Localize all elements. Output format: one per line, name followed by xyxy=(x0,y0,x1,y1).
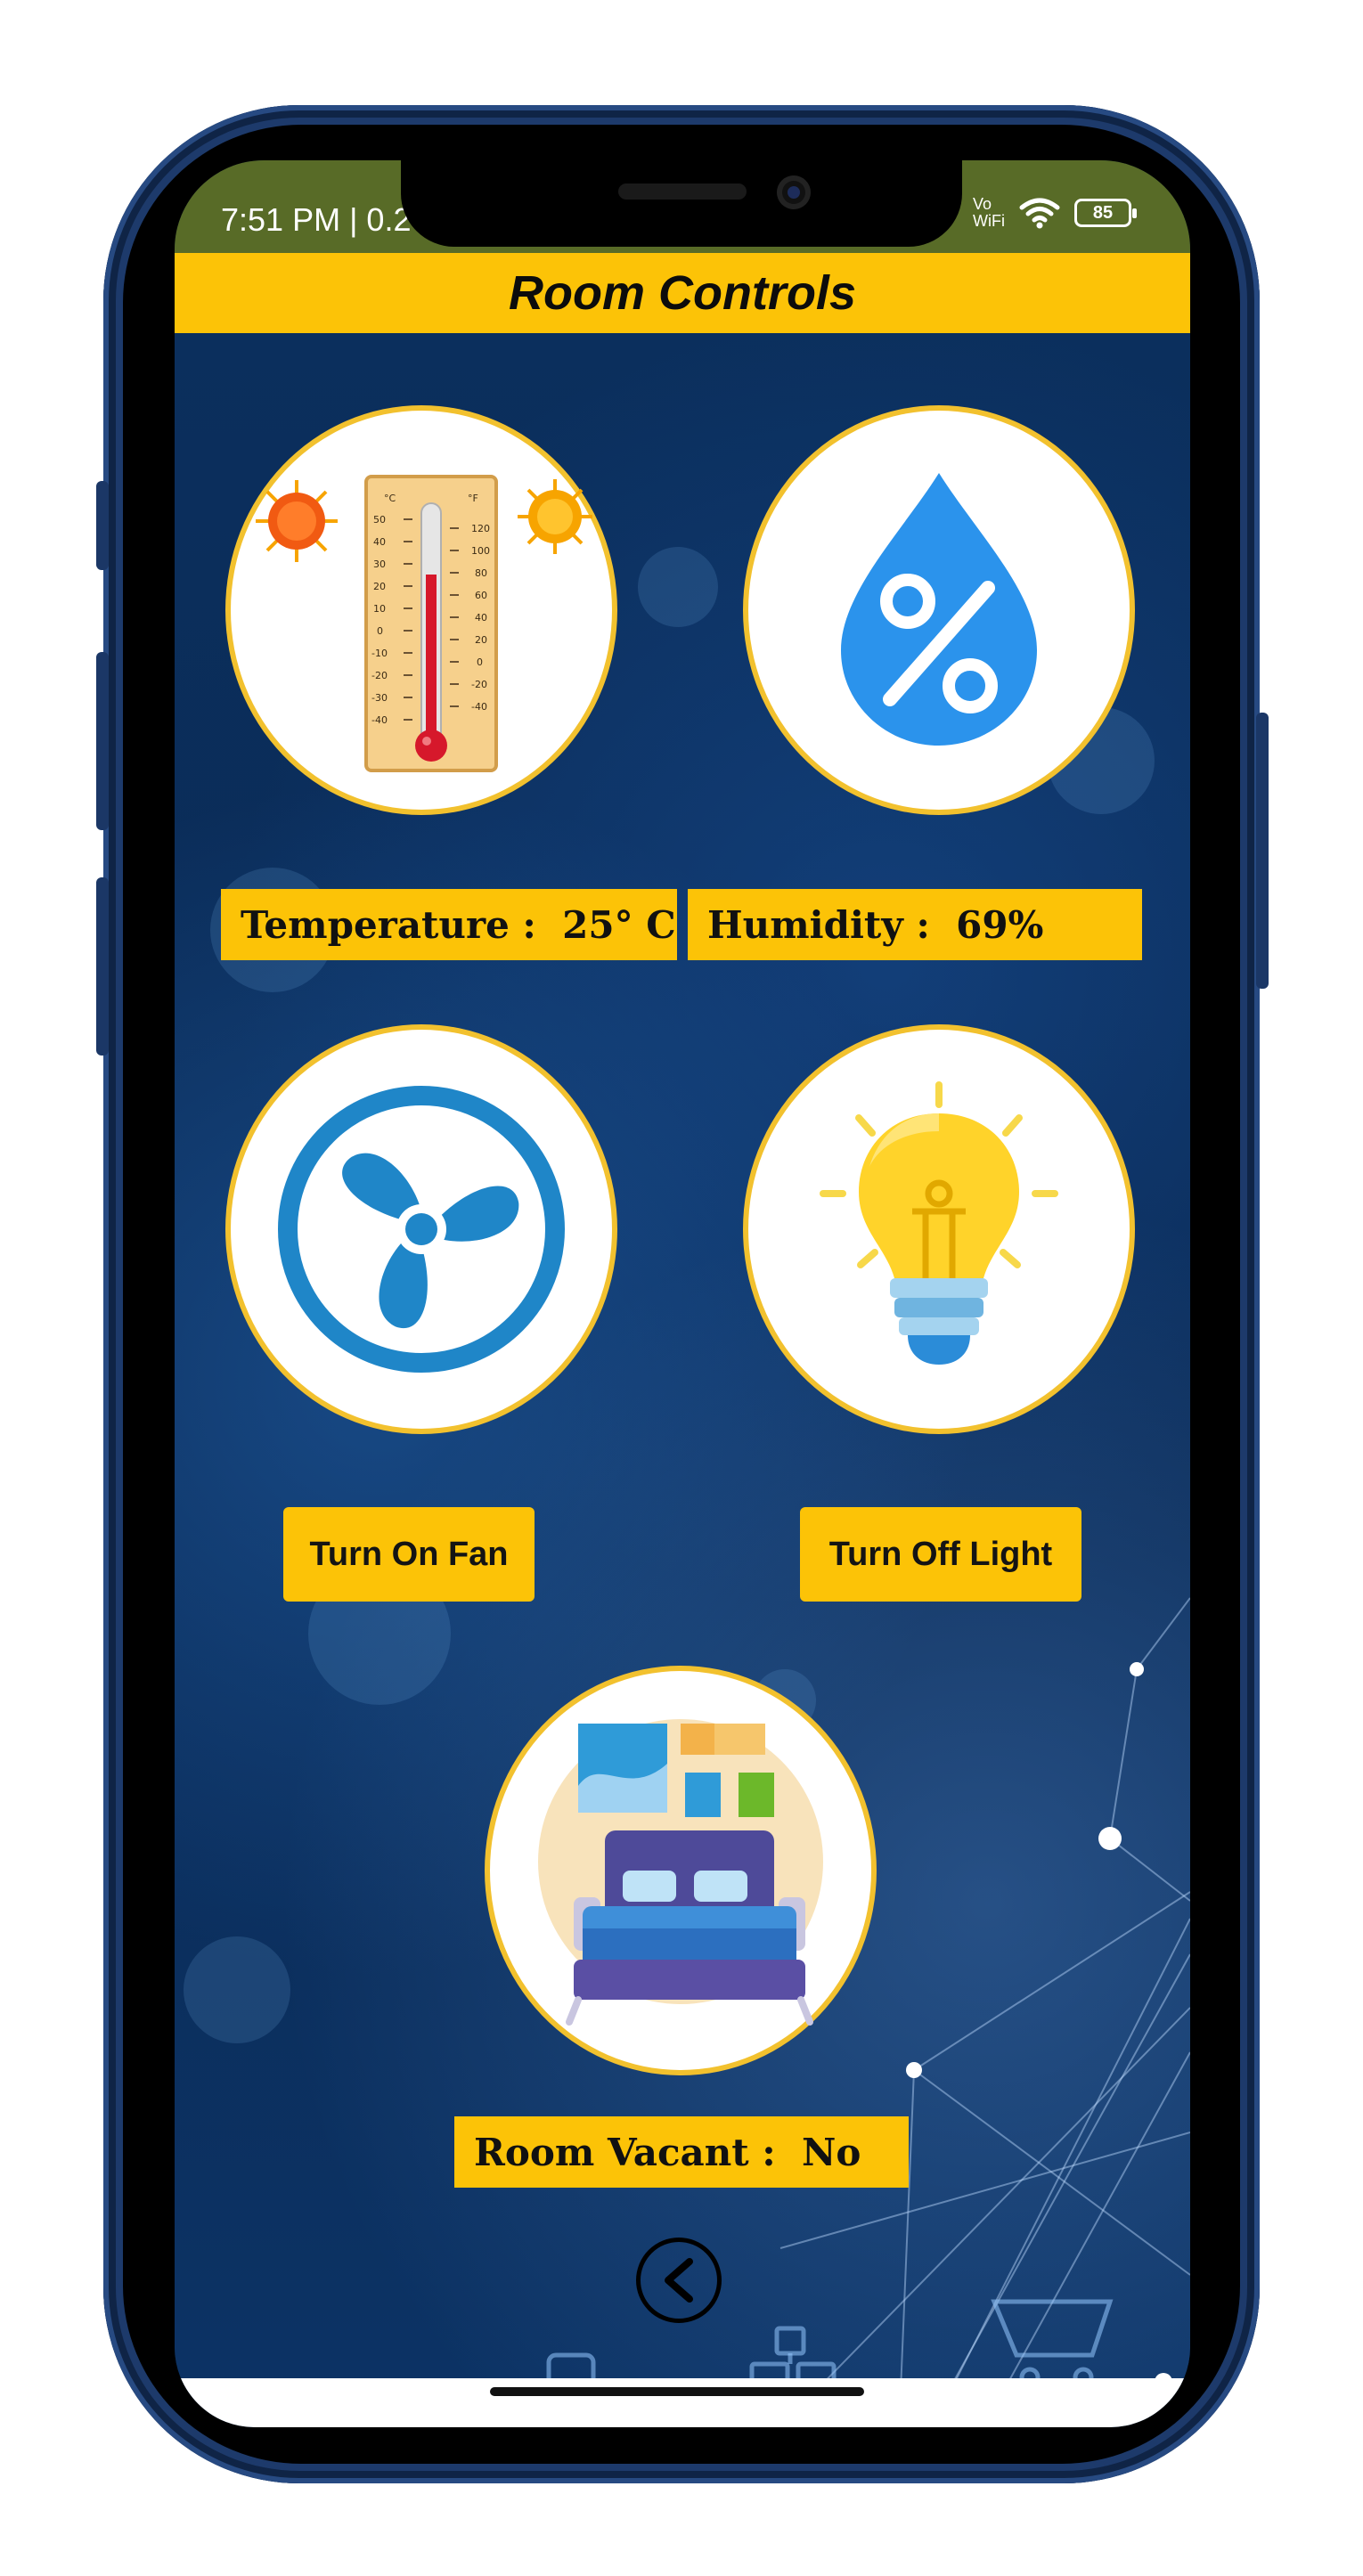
phone-side-button xyxy=(96,877,109,1056)
svg-text:100: 100 xyxy=(471,545,490,557)
back-button[interactable] xyxy=(636,2238,722,2323)
svg-text:30: 30 xyxy=(373,558,386,570)
app-screen: 7:51 PM | 0.2 Vo WiFi 85 Room Controls °… xyxy=(175,160,1190,2427)
status-time: 7:51 PM | 0.2 xyxy=(221,201,412,238)
turn-off-light-button[interactable]: Turn Off Light xyxy=(800,1507,1081,1602)
fan-circle[interactable] xyxy=(225,1024,617,1434)
svg-text:40: 40 xyxy=(475,612,487,624)
thermometer-icon: °C °F 504030 20100 -10-20-30 -40 12010080… xyxy=(256,475,592,772)
turn-on-fan-button[interactable]: Turn On Fan xyxy=(283,1507,535,1602)
svg-text:50: 50 xyxy=(373,514,386,526)
svg-text:-40: -40 xyxy=(371,714,388,726)
svg-text:0: 0 xyxy=(477,656,483,668)
bedroom-icon xyxy=(538,1719,823,2026)
temperature-label: Temperature : 25° C xyxy=(221,889,677,960)
phone-side-button xyxy=(96,481,109,570)
page-title: Room Controls xyxy=(509,266,856,320)
svg-text:60: 60 xyxy=(475,590,487,601)
back-chevron-icon xyxy=(665,2258,693,2303)
speaker-grille xyxy=(618,183,747,200)
phone-side-button xyxy=(96,652,109,830)
svg-text:80: 80 xyxy=(475,567,487,579)
status-icons: Vo WiFi 85 xyxy=(973,195,1137,230)
humidity-label: Humidity : 69% xyxy=(688,889,1142,960)
svg-text:40: 40 xyxy=(373,536,386,548)
fan-icon xyxy=(278,1086,565,1373)
temperature-circle: °C °F 50 40 30 20 10 0 -10 -20 -30 -40 120 100 80… xyxy=(225,405,617,815)
light-circle[interactable] xyxy=(743,1024,1135,1434)
room-circle xyxy=(485,1666,877,2075)
phone-notch xyxy=(401,160,962,247)
home-strip xyxy=(175,2378,1190,2427)
svg-text:°C: °C xyxy=(384,493,396,504)
front-camera xyxy=(777,175,811,209)
battery-icon: 85 xyxy=(1074,199,1137,227)
svg-text:-20: -20 xyxy=(371,670,388,681)
svg-text:20: 20 xyxy=(475,634,487,646)
svg-text:10: 10 xyxy=(373,603,386,615)
vowifi-indicator: Vo WiFi xyxy=(973,195,1005,230)
humidity-drop-icon xyxy=(841,473,1037,746)
svg-text:-40: -40 xyxy=(471,701,487,713)
svg-text:°F: °F xyxy=(468,493,478,504)
svg-text:-20: -20 xyxy=(471,679,487,690)
wifi-icon xyxy=(1019,198,1060,229)
svg-text:0: 0 xyxy=(377,625,383,637)
header-bar: Room Controls xyxy=(175,253,1190,333)
phone-side-button xyxy=(1256,713,1269,989)
light-bulb-icon xyxy=(820,1081,1058,1365)
svg-text:20: 20 xyxy=(373,581,386,592)
humidity-circle xyxy=(743,405,1135,815)
room-vacant-label: Room Vacant : No xyxy=(454,2116,909,2188)
home-indicator[interactable] xyxy=(490,2387,864,2396)
svg-text:-30: -30 xyxy=(371,692,388,704)
svg-text:120: 120 xyxy=(471,523,490,534)
svg-text:-10: -10 xyxy=(371,648,388,659)
